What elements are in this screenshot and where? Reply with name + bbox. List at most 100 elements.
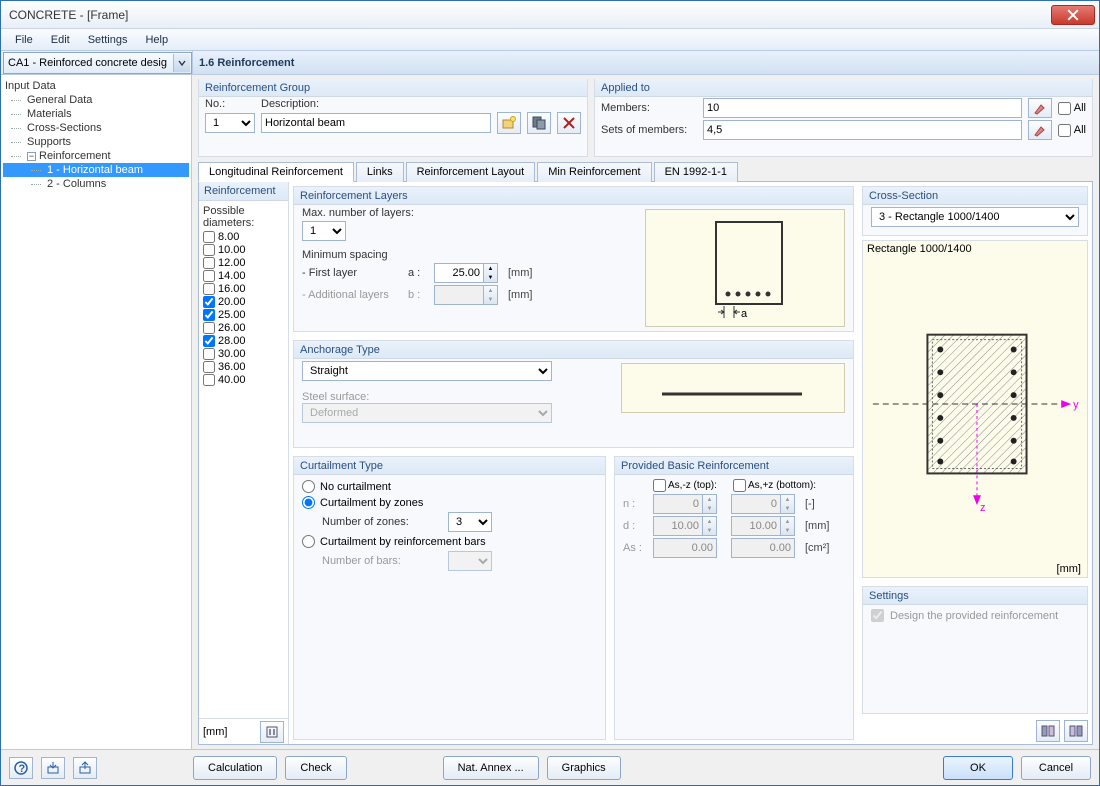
svg-text:z: z — [980, 502, 985, 514]
description-label: Description: — [261, 98, 319, 110]
members-all-checkbox[interactable]: All — [1058, 102, 1086, 115]
tree-reinforcement[interactable]: −Reinforcement — [3, 149, 189, 163]
export-button[interactable] — [73, 757, 97, 779]
settings-panel: Settings Design the provided reinforceme… — [862, 586, 1088, 714]
zones-num-select[interactable]: 3 — [448, 512, 492, 532]
unit-mm: [mm] — [508, 289, 532, 301]
panel-title: Cross-Section — [863, 187, 1087, 205]
curtailment-zones-radio[interactable]: Curtailment by zones — [302, 496, 597, 509]
tree-item-selected[interactable]: 1 - Horizontal beam — [3, 163, 189, 177]
view-mode-2-button[interactable] — [1064, 720, 1088, 742]
cross-section-panel: Cross-Section 3 - Rectangle 1000/1400 — [862, 186, 1088, 236]
diameter-item[interactable]: 36.00 — [203, 361, 284, 374]
curtailment-none-radio[interactable]: No curtailment — [302, 480, 597, 493]
menu-edit[interactable]: Edit — [43, 32, 78, 48]
tree-item[interactable]: 2 - Columns — [3, 177, 189, 191]
navigation-tree[interactable]: Input Data General Data Materials Cross-… — [1, 75, 192, 749]
diameter-item[interactable]: 40.00 — [203, 374, 284, 387]
d-top-spin: ▲▼ — [653, 516, 717, 536]
tree-item[interactable]: Materials — [3, 107, 189, 121]
tree-item[interactable]: Cross-Sections — [3, 121, 189, 135]
applied-to-panel: Applied to Members: All Sets of members:… — [594, 79, 1093, 157]
tab-body: Reinforcement Possible diameters: 8.0010… — [198, 181, 1093, 745]
diameter-item[interactable]: 16.00 — [203, 283, 284, 296]
d-label: d : — [623, 520, 647, 532]
zones-num-label: Number of zones: — [322, 516, 442, 528]
diameter-item[interactable]: 20.00 — [203, 296, 284, 309]
first-layer-spin[interactable]: ▲▼ — [434, 263, 498, 283]
n-top-spin: ▲▼ — [653, 494, 717, 514]
close-button[interactable] — [1051, 5, 1095, 25]
top-row: CA1 - Reinforced concrete desig 1.6 Rein… — [1, 51, 1099, 75]
menu-help[interactable]: Help — [137, 32, 176, 48]
additional-layer-label: - Additional layers — [302, 289, 402, 301]
diameter-item[interactable]: 25.00 — [203, 309, 284, 322]
diameter-item[interactable]: 28.00 — [203, 335, 284, 348]
view-icon — [1041, 724, 1055, 738]
no-select[interactable]: 1 — [205, 113, 255, 133]
max-layers-select[interactable]: 1 — [302, 221, 346, 241]
calculation-button[interactable]: Calculation — [193, 756, 277, 780]
tree-item[interactable]: Supports — [3, 135, 189, 149]
ok-button[interactable]: OK — [943, 756, 1013, 780]
diameter-item[interactable]: 10.00 — [203, 244, 284, 257]
tab-links[interactable]: Links — [356, 162, 404, 182]
panel-title: Curtailment Type — [294, 457, 605, 475]
help-button[interactable]: ? — [9, 757, 33, 779]
diameter-item[interactable]: 14.00 — [203, 270, 284, 283]
chevron-down-icon — [173, 54, 190, 72]
add-var-label: b : — [408, 289, 428, 301]
diameter-item[interactable]: 30.00 — [203, 348, 284, 361]
diameter-item[interactable]: 12.00 — [203, 257, 284, 270]
tab-en1992[interactable]: EN 1992-1-1 — [654, 162, 738, 182]
check-button[interactable]: Check — [285, 756, 346, 780]
additional-layer-spin: ▲▼ — [434, 285, 498, 305]
delete-button[interactable] — [557, 112, 581, 134]
tree-item[interactable]: General Data — [3, 93, 189, 107]
as-top-check[interactable]: As,-z (top): — [653, 479, 727, 492]
diameter-settings-button[interactable] — [260, 721, 284, 743]
tab-min[interactable]: Min Reinforcement — [537, 162, 651, 182]
collapse-icon[interactable]: − — [27, 152, 36, 161]
pick-sets-button[interactable] — [1028, 120, 1052, 140]
panel-title: Anchorage Type — [294, 341, 853, 359]
section-header: 1.6 Reinforcement — [192, 51, 1099, 74]
reinforcement-group-panel: Reinforcement Group No.: Description: 1 — [198, 79, 588, 157]
panel-title: Reinforcement Group — [199, 79, 587, 97]
diameter-item[interactable]: 8.00 — [203, 231, 284, 244]
tree-root[interactable]: Input Data — [3, 79, 189, 93]
design-combo[interactable]: CA1 - Reinforced concrete desig — [3, 52, 192, 74]
import-button[interactable] — [41, 757, 65, 779]
members-input[interactable] — [703, 98, 1022, 118]
as-bottom-check[interactable]: As,+z (bottom): — [733, 479, 817, 492]
n-bottom-spin: ▲▼ — [731, 494, 795, 514]
unit-mm: [mm] — [508, 267, 532, 279]
sets-input[interactable] — [703, 120, 1022, 140]
diameter-item[interactable]: 26.00 — [203, 322, 284, 335]
copy-button[interactable] — [527, 112, 551, 134]
first-layer-label: - First layer — [302, 267, 402, 279]
import-icon — [46, 761, 60, 775]
pick-members-button[interactable] — [1028, 98, 1052, 118]
anchorage-type-select[interactable]: Straight — [302, 361, 552, 381]
panel-title: Applied to — [595, 79, 1092, 97]
curtailment-bars-radio[interactable]: Curtailment by reinforcement bars — [302, 535, 597, 548]
no-label: No.: — [205, 98, 255, 110]
menu-settings[interactable]: Settings — [80, 32, 136, 48]
new-button[interactable] — [497, 112, 521, 134]
first-var-label: a : — [408, 267, 428, 279]
tab-longitudinal[interactable]: Longitudinal Reinforcement — [198, 162, 354, 182]
nat-annex-button[interactable]: Nat. Annex ... — [443, 756, 539, 780]
tab-layout[interactable]: Reinforcement Layout — [406, 162, 536, 182]
cancel-button[interactable]: Cancel — [1021, 756, 1091, 780]
view-mode-1-button[interactable] — [1036, 720, 1060, 742]
graphics-button[interactable]: Graphics — [547, 756, 621, 780]
cross-section-select[interactable]: 3 - Rectangle 1000/1400 — [871, 207, 1079, 227]
members-label: Members: — [601, 102, 697, 114]
panel-title: Provided Basic Reinforcement — [615, 457, 853, 475]
sets-all-checkbox[interactable]: All — [1058, 124, 1086, 137]
menu-file[interactable]: File — [7, 32, 41, 48]
window-title: CONCRETE - [Frame] — [9, 8, 128, 22]
description-input[interactable] — [261, 113, 491, 133]
d-bottom-spin: ▲▼ — [731, 516, 795, 536]
